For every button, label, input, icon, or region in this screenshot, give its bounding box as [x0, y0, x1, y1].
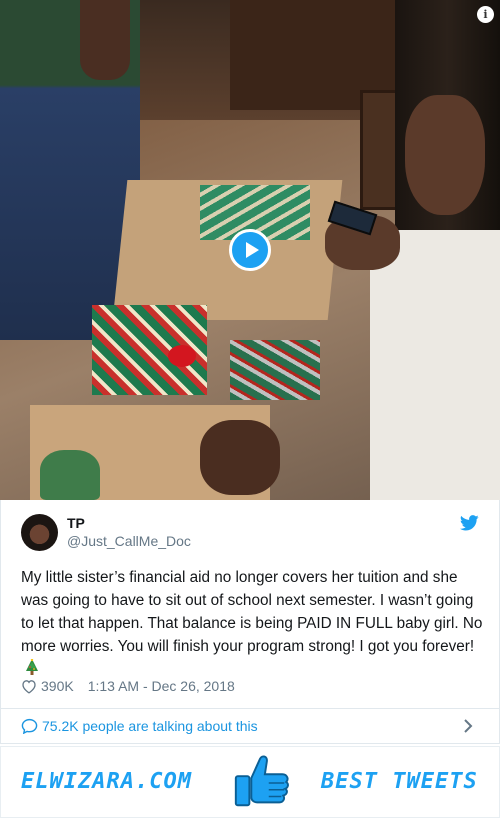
tweet-meta: 390K 1:13 AM - Dec 26, 2018 — [21, 678, 235, 694]
tweet-text-body: My little sister’s financial aid no long… — [21, 569, 483, 655]
video-woman-face — [405, 95, 485, 215]
video-woman-shirt — [370, 230, 500, 500]
tweet-card: TP @Just_CallMe_Doc My little sister’s f… — [0, 500, 500, 708]
video-gift — [230, 340, 320, 400]
chat-bubble-icon — [21, 718, 38, 734]
video-cloth — [40, 450, 100, 500]
play-icon — [245, 242, 259, 258]
play-button[interactable] — [229, 229, 271, 271]
video-arm — [80, 0, 130, 80]
footer-banner: ELWIZARA.COM BEST TWEETS — [0, 746, 500, 818]
display-name[interactable]: TP — [67, 515, 85, 531]
video-gift-bow — [168, 345, 196, 367]
info-icon[interactable]: i — [477, 6, 494, 23]
conversation-label: 75.2K people are talking about this — [42, 718, 258, 734]
avatar[interactable] — [21, 514, 58, 551]
tweet-text: My little sister’s financial aid no long… — [21, 566, 483, 681]
chevron-right-icon — [464, 719, 473, 733]
site-brand[interactable]: ELWIZARA.COM — [21, 769, 192, 794]
thumbs-up-icon — [234, 755, 289, 807]
heart-icon[interactable] — [21, 679, 37, 694]
conversation-link[interactable]: 75.2K people are talking about this — [0, 708, 500, 744]
user-handle[interactable]: @Just_CallMe_Doc — [67, 533, 191, 549]
tweet-video[interactable]: i — [0, 0, 500, 500]
twitter-bird-icon[interactable] — [460, 515, 479, 531]
video-hand — [200, 420, 280, 495]
christmas-tree-icon — [26, 659, 38, 675]
brand-tagline: BEST TWEETS — [321, 769, 478, 794]
like-count[interactable]: 390K — [41, 678, 74, 694]
tweet-timestamp[interactable]: 1:13 AM - Dec 26, 2018 — [88, 678, 235, 694]
